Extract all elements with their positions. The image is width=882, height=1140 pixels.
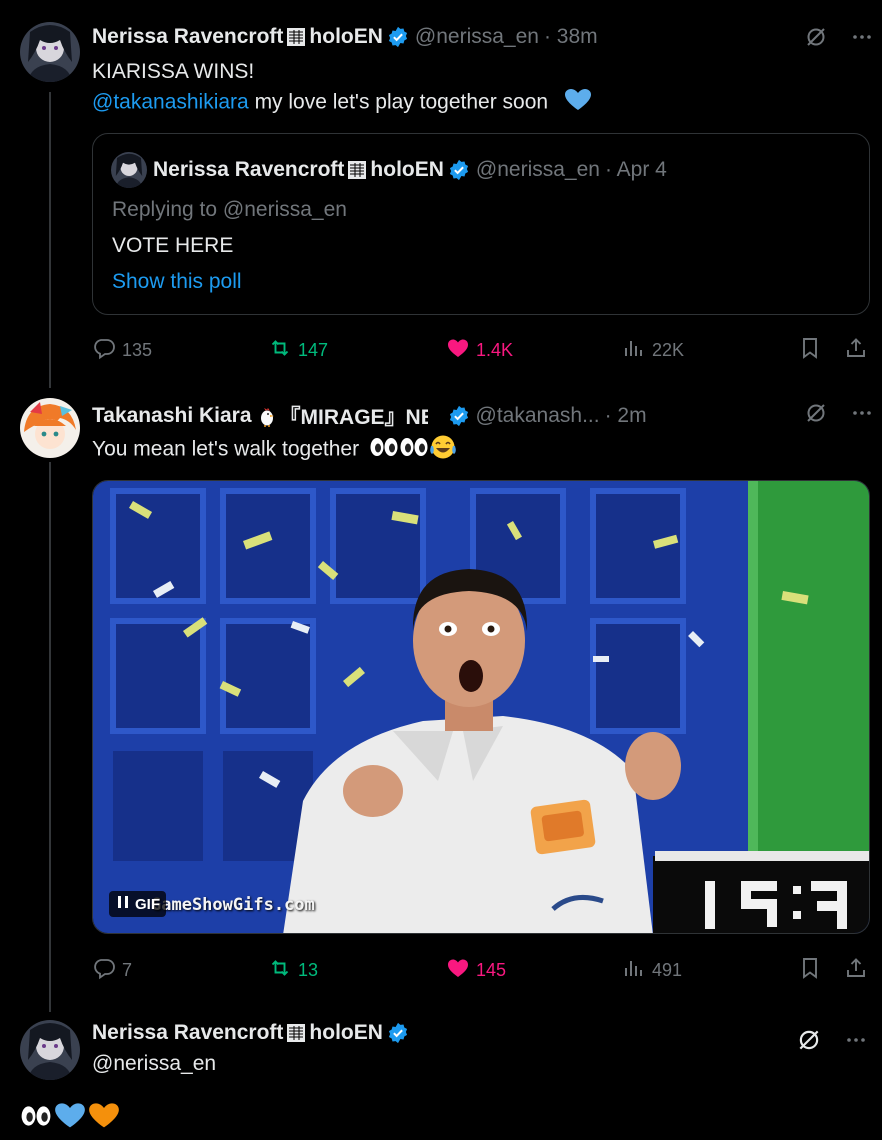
verified-badge-icon (387, 1022, 409, 1044)
retweet-count: 147 (298, 340, 329, 360)
author-name: Nerissa Ravencroft (153, 158, 345, 181)
author-name[interactable]: Nerissa Ravencroft (92, 1021, 283, 1045)
quoted-tweet-header: Nerissa Ravencroft holoEN @nerissa_en · … (153, 158, 667, 182)
gif-media[interactable]: GameShowGifs.com GIF (92, 480, 870, 934)
tweet-text: my love let's play together soon (248, 90, 549, 114)
tweet-header: Takanashi Kiara 『MIRAGE』NEW SON... @taka… (92, 401, 647, 431)
views-button[interactable]: 22K (622, 336, 684, 365)
blue-heart-icon (564, 88, 592, 118)
more-options-icon[interactable] (850, 25, 874, 54)
author-affiliation: holoEN (370, 158, 444, 181)
gif-frame-image (93, 481, 869, 933)
replying-to-text: Replying to @nerissa_en (112, 198, 347, 221)
tweet-header: Nerissa Ravencroft holoEN @nerissa_en · … (92, 25, 598, 49)
author-handle[interactable]: @nerissa_en (92, 1052, 216, 1076)
thread-connector (49, 462, 51, 1012)
reply-count: 135 (122, 340, 153, 360)
music-score-icon (285, 26, 307, 48)
retweet-count: 13 (298, 960, 319, 980)
author-name[interactable]: Takanashi Kiara (92, 404, 252, 428)
author-affiliation[interactable]: holoEN (309, 1021, 383, 1045)
tweet-timestamp: · Apr 4 (604, 158, 667, 181)
tears-of-joy-icon (429, 434, 457, 466)
eyes-icon (399, 436, 429, 464)
tweet-top-icons (804, 401, 874, 430)
mention-link[interactable]: @takanashikiara (92, 91, 249, 114)
chicken-icon (256, 405, 278, 427)
retweet-icon (268, 956, 292, 985)
tweet-timestamp[interactable]: · 38m (544, 25, 598, 49)
author-handle: @nerissa_en (475, 158, 600, 181)
tweet-top-icons (796, 1027, 868, 1058)
share-icon (844, 956, 868, 985)
avatar (111, 152, 147, 188)
eyes-icon (369, 436, 399, 464)
like-button[interactable]: 145 (446, 956, 506, 985)
reply-count: 7 (122, 960, 133, 980)
blue-heart-icon (54, 1102, 86, 1135)
more-options-icon[interactable] (850, 401, 874, 430)
grok-icon[interactable] (796, 1027, 822, 1058)
music-score-icon (285, 1022, 307, 1044)
thread-connector (49, 92, 51, 388)
orange-heart-icon (88, 1102, 120, 1135)
tweet-text-line: KIARISSA WINS! (92, 60, 255, 83)
bookmark-button[interactable] (798, 336, 822, 365)
tweet-header: Nerissa Ravencroft holoEN (92, 1021, 415, 1045)
tweet-text-line: You mean let's walk together (92, 434, 457, 466)
more-options-icon[interactable] (844, 1028, 868, 1057)
views-button[interactable]: 491 (622, 956, 682, 985)
like-count: 1.4K (476, 340, 514, 360)
heart-filled-icon (446, 336, 470, 365)
tweet-text: You mean let's walk together (92, 437, 360, 461)
bookmark-icon (798, 336, 822, 365)
views-chart-icon (622, 956, 646, 985)
reply-icon (92, 336, 116, 365)
quoted-tweet-card[interactable]: Nerissa Ravencroft holoEN @nerissa_en · … (92, 133, 870, 315)
gif-watermark: GameShowGifs.com (151, 895, 315, 915)
bookmark-icon (798, 956, 822, 985)
author-affiliation[interactable]: 『MIRAGE』NEW SON... (280, 401, 428, 431)
like-count: 145 (476, 960, 507, 980)
reply-icon (92, 956, 116, 985)
verified-badge-icon (448, 159, 470, 181)
share-button[interactable] (844, 336, 868, 365)
tweet-text-line: @takanashikiara my love let's play toget… (92, 88, 592, 118)
avatar[interactable] (20, 398, 80, 458)
avatar[interactable] (20, 1020, 80, 1080)
verified-badge-icon (448, 405, 470, 427)
pause-icon (115, 894, 131, 914)
gif-pause-badge[interactable]: GIF (109, 891, 166, 917)
share-icon (844, 336, 868, 365)
grok-icon[interactable] (804, 401, 828, 430)
show-poll-link[interactable]: Show this poll (112, 270, 242, 294)
grok-icon[interactable] (804, 25, 828, 54)
retweet-icon (268, 336, 292, 365)
views-count: 491 (652, 960, 683, 980)
quoted-tweet-text: VOTE HERE (112, 234, 234, 257)
tweet-timestamp[interactable]: · 2m (605, 404, 647, 428)
tweet-top-icons (804, 25, 874, 54)
retweet-button[interactable]: 147 (268, 336, 328, 365)
retweet-button[interactable]: 13 (268, 956, 318, 985)
share-button[interactable] (844, 956, 868, 985)
tweet-body-emojis (20, 1102, 120, 1135)
bookmark-button[interactable] (798, 956, 822, 985)
author-affiliation[interactable]: holoEN (309, 25, 383, 49)
gif-label: GIF (135, 895, 160, 913)
music-score-icon (346, 159, 368, 181)
author-handle[interactable]: @takanash... (476, 404, 600, 428)
reply-button[interactable]: 135 (92, 336, 152, 365)
author-name[interactable]: Nerissa Ravencroft (92, 25, 283, 49)
heart-filled-icon (446, 956, 470, 985)
eyes-icon (20, 1103, 52, 1134)
verified-badge-icon (387, 26, 409, 48)
views-count: 22K (652, 340, 685, 360)
reply-button[interactable]: 7 (92, 956, 132, 985)
author-handle[interactable]: @nerissa_en (415, 25, 539, 49)
avatar[interactable] (20, 22, 80, 82)
views-chart-icon (622, 336, 646, 365)
like-button[interactable]: 1.4K (446, 336, 513, 365)
